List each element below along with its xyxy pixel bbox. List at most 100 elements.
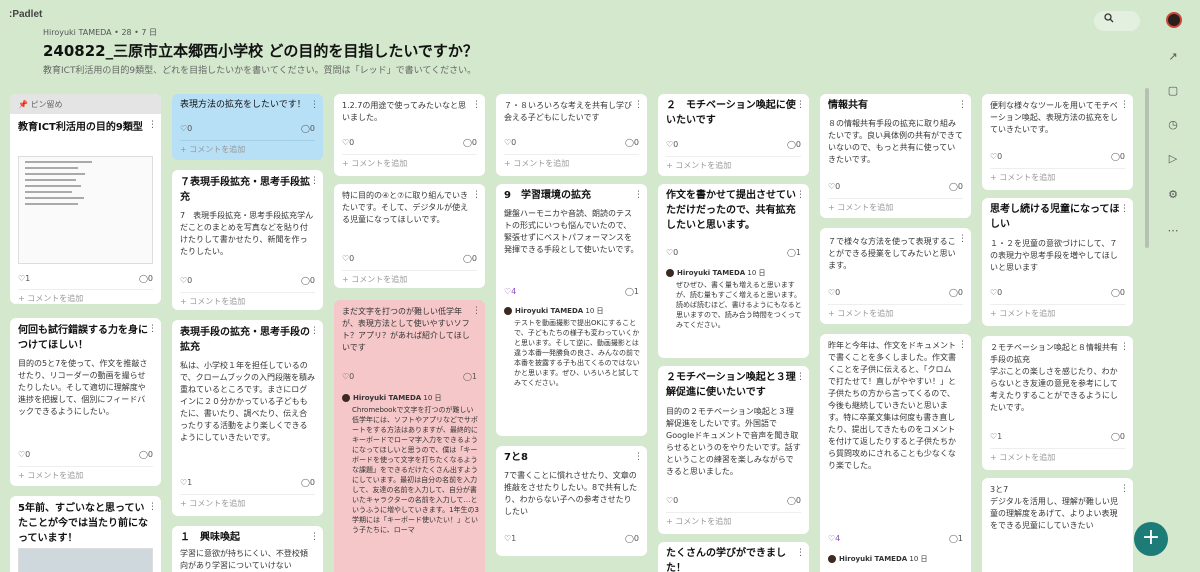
add-comment-button[interactable]: + コメントを追加 — [18, 466, 153, 481]
like-button[interactable]: ♡0 — [990, 288, 1002, 297]
like-button[interactable]: ♡4 — [828, 534, 840, 543]
post-menu-icon[interactable]: ⋮ — [310, 532, 319, 542]
post-attachment-image[interactable] — [18, 548, 153, 572]
post-menu-icon[interactable]: ⋮ — [310, 100, 319, 110]
post-menu-icon[interactable]: ⋮ — [958, 100, 967, 110]
post-card[interactable]: 情報共有 ⋮ ８の情報共有手段の拡充に取り組みたいです。良い具体例の共有ができて… — [820, 94, 971, 218]
like-button[interactable]: ♡1 — [180, 478, 192, 487]
post-menu-icon[interactable]: ⋮ — [796, 100, 805, 110]
post-menu-icon[interactable]: ⋮ — [472, 306, 481, 316]
post-card[interactable]: 作文を書かせて提出させていただけだったので、共有拡充したいと思います。 ⋮ ♡0… — [658, 184, 809, 358]
post-card[interactable]: 昨年と今年は、作文をドキュメントで書くことを多くしました。作文書くことを子供に伝… — [820, 334, 971, 572]
post-card[interactable]: ７表現手段拡充・思考手段拡充 ⋮ 7 表現手段拡充・思考手段拡充学んだことのまと… — [172, 170, 323, 310]
post-menu-icon[interactable]: ⋮ — [1120, 484, 1129, 494]
like-button[interactable]: ♡4 — [504, 287, 516, 296]
add-comment-button[interactable]: + コメントを追加 — [990, 304, 1125, 319]
add-comment-button[interactable]: + コメントを追加 — [990, 448, 1125, 463]
post-menu-icon[interactable]: ⋮ — [634, 190, 643, 200]
post-menu-icon[interactable]: ⋮ — [796, 548, 805, 558]
post-card[interactable]: １ 興味喚起 ⋮ 学習に意欲が持ちにくい、不登校傾向があり学習についていけない — [172, 526, 323, 572]
add-comment-button[interactable]: + コメントを追加 — [504, 154, 639, 169]
post-card[interactable]: ２モチベーション喚起と３理解促進に使いたいです ⋮ 目的の２モチベーション喚起と… — [658, 366, 809, 534]
activity-icon[interactable]: ◷ — [1164, 116, 1182, 134]
add-comment-button[interactable]: + コメントを追加 — [18, 289, 153, 304]
scrollbar[interactable] — [1145, 88, 1149, 248]
add-post-button[interactable]: + — [1134, 522, 1168, 556]
add-comment-button[interactable]: + コメントを追加 — [666, 512, 801, 527]
comment-count: ◯0 — [300, 478, 315, 487]
post-menu-icon[interactable]: ⋮ — [472, 100, 481, 110]
like-button[interactable]: ♡0 — [180, 124, 192, 133]
post-card[interactable]: 特に目的の④と⑦に取り組んでいきたいです。そして、デジタルが使える児童になってほ… — [334, 184, 485, 288]
like-button[interactable]: ♡1 — [504, 534, 516, 543]
like-button[interactable]: ♡0 — [180, 276, 192, 285]
like-button[interactable]: ♡0 — [666, 248, 678, 257]
add-comment-button[interactable]: + コメントを追加 — [990, 168, 1125, 183]
post-menu-icon[interactable]: ⋮ — [1120, 342, 1129, 352]
add-comment-button[interactable]: + コメントを追加 — [828, 198, 963, 213]
post-card[interactable]: たくさんの学びができました！ ⋮ — [658, 542, 809, 572]
post-menu-icon[interactable]: ⋮ — [796, 372, 805, 382]
post-card[interactable]: まだ文字を打つのが難しい低学年が、表現方法として使いやすいソフト？アプリ？があれ… — [334, 300, 485, 572]
post-card[interactable]: ７で様々な方法を使って表現することができる授業をしてみたいと思います。 ⋮ ♡0… — [820, 228, 971, 324]
like-button[interactable]: ♡0 — [666, 140, 678, 149]
comment-count: ◯0 — [138, 450, 153, 459]
add-comment-button[interactable]: + コメントを追加 — [342, 154, 477, 169]
like-button[interactable]: ♡1 — [990, 432, 1002, 441]
post-card[interactable]: 表現方法の拡充をしたいです！ ⋮ ♡0 ◯0 + コメントを追加 — [172, 94, 323, 160]
search-button[interactable] — [1094, 11, 1140, 31]
post-menu-icon[interactable]: ⋮ — [148, 120, 157, 130]
like-button[interactable]: ♡0 — [342, 254, 354, 263]
post-card[interactable]: ７・８いろいろな考えを共有し学び会える子どもにしたいです ⋮ ♡0 ◯0 + コ… — [496, 94, 647, 176]
like-button[interactable]: ♡0 — [828, 288, 840, 297]
post-menu-icon[interactable]: ⋮ — [472, 190, 481, 200]
like-button[interactable]: ♡0 — [342, 138, 354, 147]
settings-icon[interactable]: ⚙ — [1164, 186, 1182, 204]
post-menu-icon[interactable]: ⋮ — [148, 324, 157, 334]
post-card[interactable]: 便利な様々なツールを用いてモチベーション喚起、表現方法の拡充をしていきたいです。… — [982, 94, 1133, 190]
avatar[interactable] — [1166, 12, 1182, 28]
post-card[interactable]: ２モチベーション喚起と８情報共有手段の拡充 学ぶことの楽しさを感じたり、わからな… — [982, 336, 1133, 470]
padlet-logo[interactable]: :Padlet — [9, 9, 42, 20]
like-button[interactable]: ♡0 — [18, 450, 30, 459]
post-card[interactable]: 9 学習環境の拡充 ⋮ 鍵盤ハーモニカや音読、朗読のテストの形式にいつも悩んでい… — [496, 184, 647, 436]
like-button[interactable]: ♡0 — [990, 152, 1002, 161]
post-card[interactable]: ２ モチベーション喚起に使いたいです ⋮ ♡0 ◯0 + コメントを追加 — [658, 94, 809, 176]
slideshow-icon[interactable]: ▷ — [1164, 150, 1182, 168]
add-comment-button[interactable]: + コメントを追加 — [180, 140, 315, 155]
post-attachment-image[interactable] — [18, 156, 153, 264]
add-comment-button[interactable]: + コメントを追加 — [342, 270, 477, 285]
like-button[interactable]: ♡0 — [342, 372, 354, 381]
post-menu-icon[interactable]: ⋮ — [310, 326, 319, 336]
post-menu-icon[interactable]: ⋮ — [958, 340, 967, 350]
add-comment-button[interactable]: + コメントを追加 — [180, 292, 315, 307]
post-card[interactable]: 5年前、すごいなと思っていたことが今では当たり前になっています！ ⋮ — [10, 496, 161, 572]
comment-time: 10 日 — [747, 269, 766, 277]
post-card[interactable]: 表現手段の拡充・思考手段の拡充 ⋮ 私は、小学校１年を担任しているので、クローム… — [172, 320, 323, 516]
post-menu-icon[interactable]: ⋮ — [1120, 204, 1129, 214]
more-icon[interactable]: ⋯ — [1164, 222, 1182, 240]
add-comment-button[interactable]: + コメントを追加 — [666, 156, 801, 171]
post-card[interactable]: 3と7 デジタルを活用し、理解が難しい児童の理解度をあげて、よりよい表現をできる… — [982, 478, 1133, 572]
post-card[interactable]: 1.2.7の用途で使ってみたいなと思いました。 ⋮ ♡0 ◯0 + コメントを追… — [334, 94, 485, 176]
add-comment-button[interactable]: + コメントを追加 — [828, 304, 963, 319]
post-menu-icon[interactable]: ⋮ — [1120, 100, 1129, 110]
post-menu-icon[interactable]: ⋮ — [310, 176, 319, 186]
like-button[interactable]: ♡0 — [828, 182, 840, 191]
post-card[interactable]: 7と8 ⋮ 7で書くことに慣れさせたり、文章の推敲をさせたりしたい。8で共有した… — [496, 446, 647, 556]
like-button[interactable]: ♡0 — [666, 496, 678, 505]
post-menu-icon[interactable]: ⋮ — [634, 452, 643, 462]
post-menu-icon[interactable]: ⋮ — [148, 502, 157, 512]
post-card[interactable]: 何回も試行錯誤する力を身につけてほしい！ ⋮ 目的の5と7を使って、作文を推敲さ… — [10, 318, 161, 486]
add-comment-button[interactable]: + コメントを追加 — [180, 494, 315, 509]
layout-icon[interactable]: ▢ — [1164, 82, 1182, 100]
post-menu-icon[interactable]: ⋮ — [796, 190, 805, 200]
post-menu-icon[interactable]: ⋮ — [634, 100, 643, 110]
post-body: 3と7 デジタルを活用し、理解が難しい児童の理解度をあげて、よりよい表現をできる… — [990, 485, 1118, 530]
like-button[interactable]: ♡1 — [18, 274, 30, 283]
like-button[interactable]: ♡0 — [504, 138, 516, 147]
post-card[interactable]: 📌 ピン留め 教育ICT利活用の目的9類型 ⋮ ♡1 ◯0 + コメントを追加 — [10, 94, 161, 304]
post-menu-icon[interactable]: ⋮ — [958, 234, 967, 244]
share-icon[interactable]: ↗ — [1164, 48, 1182, 66]
post-card[interactable]: 思考し続ける児童になってほしい ⋮ １・２を児童の意欲づけにして、７の表現力や思… — [982, 198, 1133, 326]
